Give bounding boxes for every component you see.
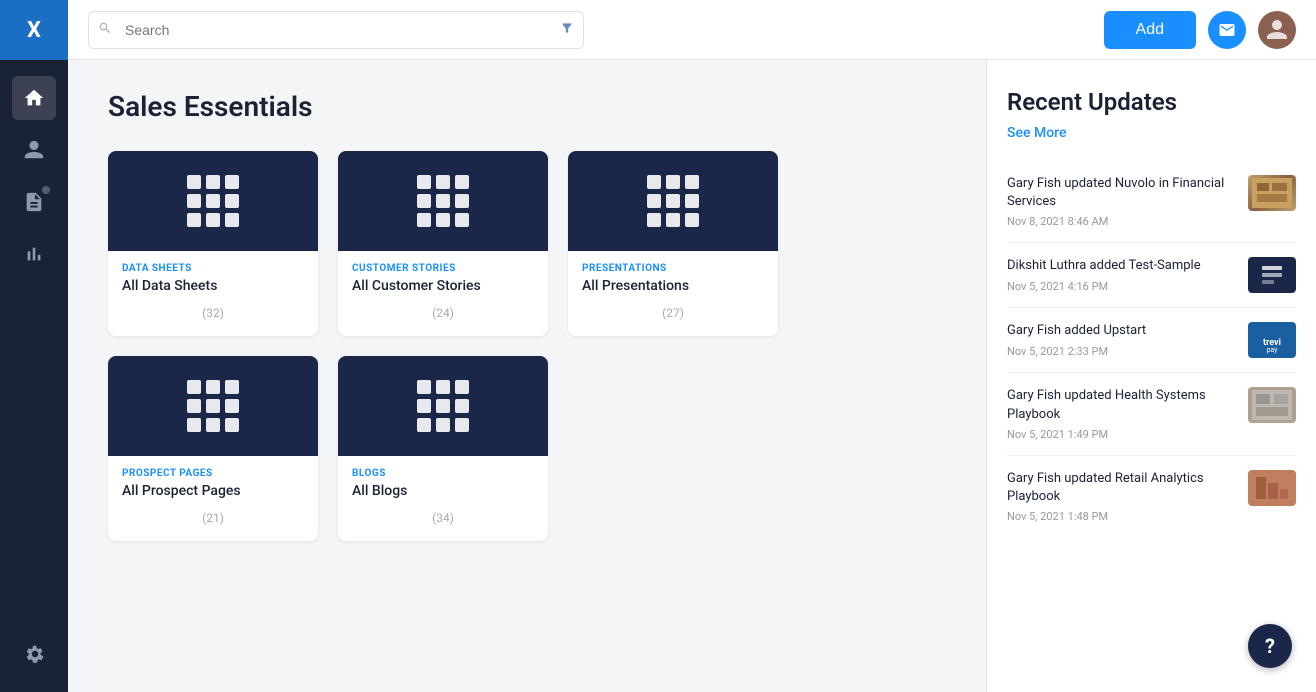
- card-count: (21): [122, 511, 304, 531]
- main-panel: Sales Essentials DATA SHEETS All Data Sh…: [68, 60, 986, 692]
- card-customer-stories[interactable]: CUSTOMER STORIES All Customer Stories (2…: [338, 151, 548, 336]
- card-thumb: [108, 356, 318, 456]
- card-category: DATA SHEETS: [122, 263, 304, 274]
- help-button[interactable]: ?: [1248, 624, 1292, 668]
- update-item: Dikshit Luthra added Test-Sample Nov 5, …: [1007, 243, 1296, 308]
- card-thumb: [338, 151, 548, 251]
- card-thumb: [338, 356, 548, 456]
- card-category: PROSPECT PAGES: [122, 468, 304, 479]
- update-text: Gary Fish updated Health Systems Playboo…: [1007, 387, 1238, 440]
- grid-icon: [647, 175, 699, 227]
- card-prospect-pages[interactable]: PROSPECT PAGES All Prospect Pages (21): [108, 356, 318, 541]
- card-data-sheets[interactable]: DATA SHEETS All Data Sheets (32): [108, 151, 318, 336]
- right-panel: Recent Updates See More Gary Fish update…: [986, 60, 1316, 692]
- card-category: PRESENTATIONS: [582, 263, 764, 274]
- avatar[interactable]: [1258, 11, 1296, 49]
- recent-updates-title: Recent Updates: [1007, 88, 1296, 116]
- card-count: (27): [582, 306, 764, 326]
- topbar: Add: [68, 0, 1316, 60]
- page-title: Sales Essentials: [108, 90, 946, 123]
- update-item: Gary Fish updated Nuvolo in Financial Se…: [1007, 161, 1296, 243]
- card-count: (24): [352, 306, 534, 326]
- filter-icon[interactable]: [560, 21, 574, 39]
- card-category: CUSTOMER STORIES: [352, 263, 534, 274]
- update-time: Nov 5, 2021 4:16 PM: [1007, 280, 1238, 293]
- grid-icon: [417, 380, 469, 432]
- update-desc: Gary Fish updated Retail Analytics Playb…: [1007, 470, 1238, 506]
- update-text: Gary Fish updated Nuvolo in Financial Se…: [1007, 175, 1238, 228]
- card-count: (32): [122, 306, 304, 326]
- grid-icon: [187, 175, 239, 227]
- card-body: BLOGS All Blogs (34): [338, 456, 548, 541]
- card-thumb: [568, 151, 778, 251]
- sidebar-item-analytics[interactable]: [12, 232, 56, 276]
- mail-button[interactable]: [1208, 11, 1246, 49]
- update-item: Gary Fish added Upstart Nov 5, 2021 2:33…: [1007, 308, 1296, 373]
- update-desc: Dikshit Luthra added Test-Sample: [1007, 257, 1238, 275]
- card-title: All Presentations: [582, 278, 764, 294]
- update-item: Gary Fish updated Retail Analytics Playb…: [1007, 456, 1296, 537]
- add-button[interactable]: Add: [1104, 11, 1196, 49]
- update-thumbnail: [1248, 175, 1296, 211]
- card-title: All Prospect Pages: [122, 483, 304, 499]
- update-text: Gary Fish added Upstart Nov 5, 2021 2:33…: [1007, 322, 1238, 357]
- app-logo[interactable]: X: [0, 0, 68, 60]
- grid-icon: [187, 380, 239, 432]
- documents-icon: [23, 191, 45, 213]
- update-time: Nov 5, 2021 1:48 PM: [1007, 510, 1238, 523]
- settings-icon: [23, 643, 45, 665]
- update-item: Gary Fish updated Health Systems Playboo…: [1007, 373, 1296, 455]
- card-body: PRESENTATIONS All Presentations (27): [568, 251, 778, 336]
- content-area: Sales Essentials DATA SHEETS All Data Sh…: [68, 60, 1316, 692]
- update-thumbnail: [1248, 470, 1296, 506]
- grid-icon: [417, 175, 469, 227]
- card-category: BLOGS: [352, 468, 534, 479]
- sidebar-item-people[interactable]: [12, 128, 56, 172]
- update-desc: Gary Fish updated Nuvolo in Financial Se…: [1007, 175, 1238, 211]
- update-text: Dikshit Luthra added Test-Sample Nov 5, …: [1007, 257, 1238, 292]
- card-body: DATA SHEETS All Data Sheets (32): [108, 251, 318, 336]
- analytics-icon: [23, 243, 45, 265]
- cards-grid: DATA SHEETS All Data Sheets (32): [108, 151, 946, 541]
- update-time: Nov 8, 2021 8:46 AM: [1007, 215, 1238, 228]
- sidebar: X: [0, 0, 68, 692]
- see-more-link[interactable]: See More: [1007, 125, 1066, 141]
- search-container: [88, 11, 584, 49]
- sidebar-item-home[interactable]: [12, 76, 56, 120]
- home-icon: [23, 87, 45, 109]
- sidebar-item-documents[interactable]: [12, 180, 56, 224]
- update-desc: Gary Fish updated Health Systems Playboo…: [1007, 387, 1238, 423]
- update-time: Nov 5, 2021 2:33 PM: [1007, 345, 1238, 358]
- card-title: All Customer Stories: [352, 278, 534, 294]
- card-count: (34): [352, 511, 534, 531]
- update-thumbnail: [1248, 387, 1296, 423]
- update-desc: Gary Fish added Upstart: [1007, 322, 1238, 340]
- update-thumbnail: [1248, 257, 1296, 293]
- card-body: PROSPECT PAGES All Prospect Pages (21): [108, 456, 318, 541]
- sidebar-nav: [12, 60, 56, 632]
- card-title: All Data Sheets: [122, 278, 304, 294]
- card-presentations[interactable]: PRESENTATIONS All Presentations (27): [568, 151, 778, 336]
- people-icon: [23, 139, 45, 161]
- sidebar-item-settings[interactable]: [12, 632, 56, 676]
- update-text: Gary Fish updated Retail Analytics Playb…: [1007, 470, 1238, 523]
- sidebar-bottom: [12, 632, 56, 692]
- main-area: Add Sales Essentials: [68, 0, 1316, 692]
- update-time: Nov 5, 2021 1:49 PM: [1007, 428, 1238, 441]
- update-thumbnail: trevi pay: [1248, 322, 1296, 358]
- svg-text:pay: pay: [1267, 346, 1279, 354]
- card-title: All Blogs: [352, 483, 534, 499]
- card-thumb: [108, 151, 318, 251]
- search-icon: [98, 21, 112, 39]
- card-body: CUSTOMER STORIES All Customer Stories (2…: [338, 251, 548, 336]
- card-blogs[interactable]: BLOGS All Blogs (34): [338, 356, 548, 541]
- search-input[interactable]: [88, 11, 584, 49]
